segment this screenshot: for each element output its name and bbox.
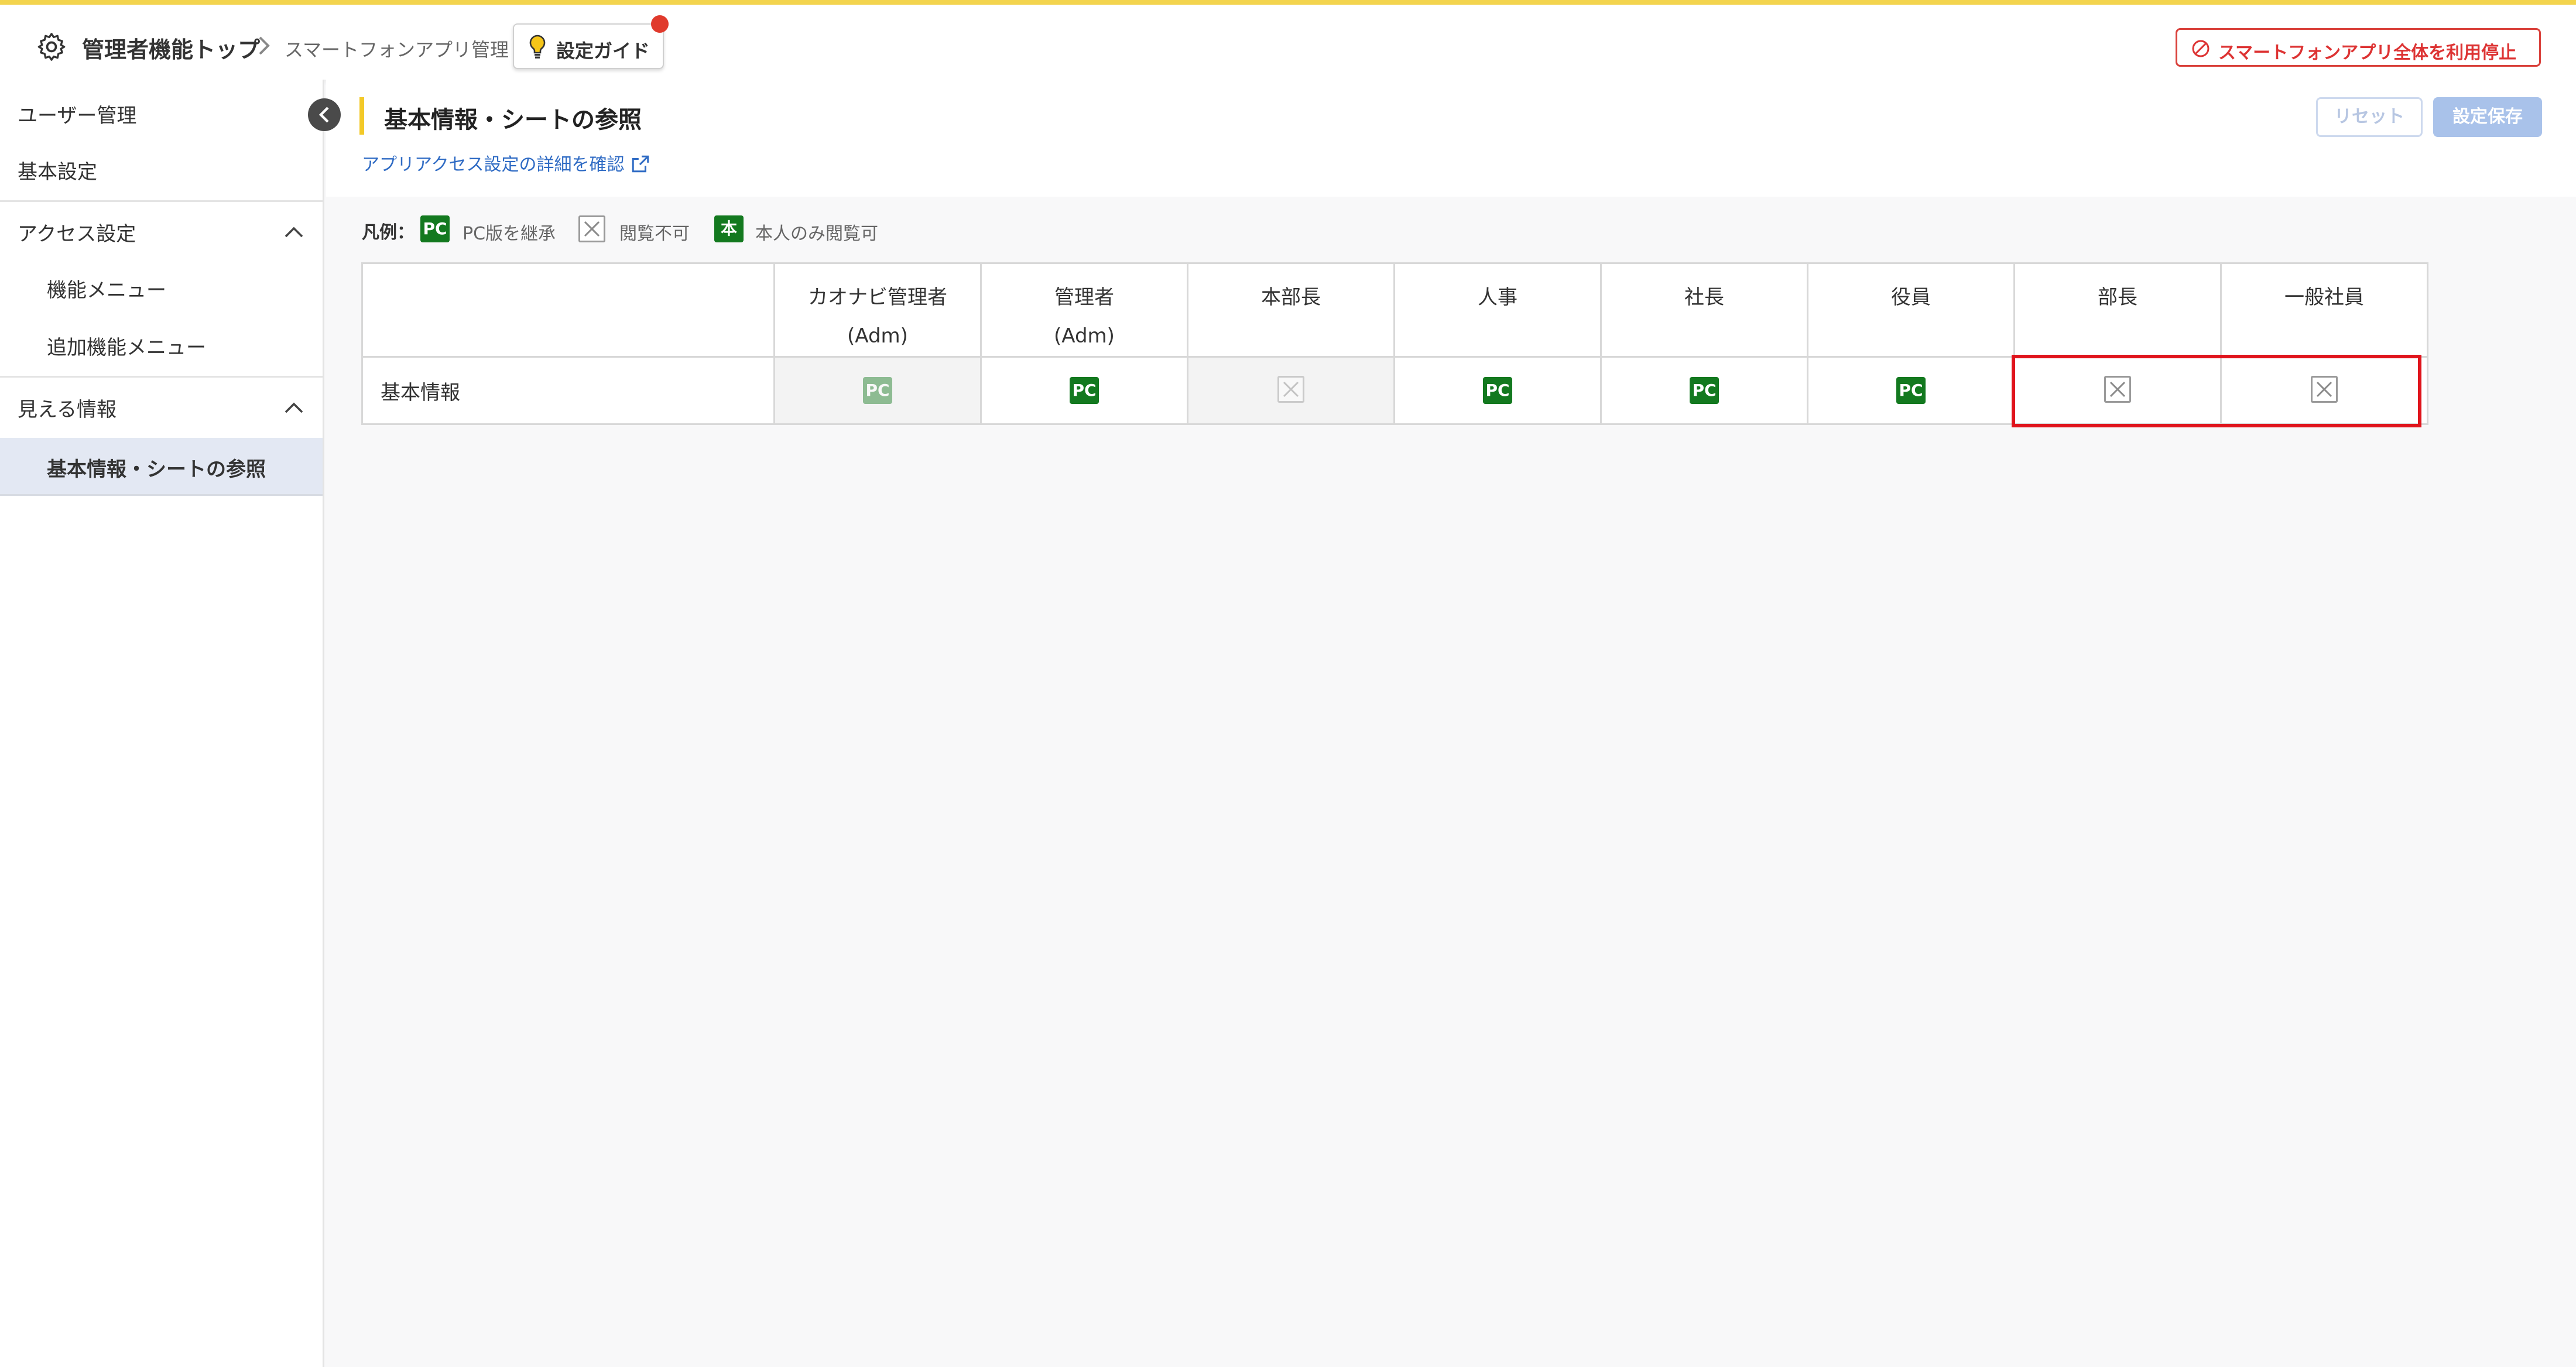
pc-badge-icon: PC [1690, 377, 1719, 404]
column-header: 一般社員 [2220, 262, 2428, 358]
chevron-right-icon [259, 36, 270, 55]
sidebar-divider [0, 376, 323, 378]
deny-icon [2311, 376, 2338, 403]
column-header: 部長 [2013, 262, 2222, 358]
breadcrumb-current: スマートフォンアプリ管理 [285, 39, 509, 61]
access-detail-link[interactable]: アプリアクセス設定の詳細を確認 [362, 150, 650, 176]
legend-deny-text: 閲覧不可 [619, 224, 690, 244]
sidebar-item-function-menu[interactable]: 機能メニュー [47, 274, 166, 303]
sidebar: ユーザー管理 基本設定 アクセス設定 機能メニュー 追加機能メニュー 見える情報… [0, 80, 324, 1367]
cell-admin[interactable]: PC [980, 356, 1188, 425]
top-accent-line [0, 0, 2576, 5]
cell-general-employee[interactable] [2220, 356, 2428, 425]
sidebar-item-basic-info-sheet-active[interactable]: 基本情報・シートの参照 [0, 438, 323, 496]
table-row: 基本情報 PC PC PC PC PC [361, 356, 2428, 425]
column-header: カオナビ管理者 (Adm) [773, 262, 982, 358]
reset-button[interactable]: リセット [2316, 97, 2423, 137]
page-title: 基本情報・シートの参照 [384, 107, 642, 133]
cell-honbucho [1187, 356, 1395, 425]
column-header: 本部長 [1187, 262, 1395, 358]
sidebar-divider [0, 200, 323, 202]
column-header: 役員 [1807, 262, 2015, 358]
cell-hr[interactable]: PC [1393, 356, 1602, 425]
pc-badge-icon: PC [1070, 377, 1099, 404]
sidebar-section-access-settings[interactable]: アクセス設定 [18, 218, 136, 246]
legend-self-badge: 本 [714, 215, 744, 242]
sidebar-item-basic-settings[interactable]: 基本設定 [18, 156, 97, 184]
breadcrumb-home[interactable]: 管理者機能トップ [82, 32, 260, 64]
legend-label: 凡例： [362, 222, 415, 243]
chevron-up-icon[interactable] [283, 225, 304, 239]
deny-icon [2104, 376, 2131, 403]
content-header [326, 80, 2576, 197]
notification-dot [651, 15, 669, 33]
table-header-row: カオナビ管理者 (Adm) 管理者 (Adm) 本部長 人事 社長 役員 部長 一般… [361, 262, 2428, 358]
column-header: 管理者 (Adm) [980, 262, 1188, 358]
deny-icon [1277, 376, 1304, 403]
cell-president[interactable]: PC [1600, 356, 1808, 425]
legend-pc-badge: PC [420, 215, 450, 242]
cell-bucho[interactable] [2013, 356, 2222, 425]
legend-deny-icon [578, 215, 605, 247]
sidebar-item-additional-menu[interactable]: 追加機能メニュー [47, 331, 206, 360]
gear-icon[interactable] [35, 30, 68, 63]
prohibited-icon [2192, 40, 2210, 57]
legend-pc-text: PC版を継承 [463, 224, 556, 244]
row-label: 基本情報 [361, 356, 775, 425]
chevron-left-icon [318, 107, 329, 123]
stop-app-button[interactable]: スマートフォンアプリ全体を利用停止 [2176, 28, 2541, 67]
corner-header [361, 262, 775, 358]
pc-badge-icon: PC [1483, 377, 1512, 404]
setting-guide-label: 設定ガイド [556, 40, 650, 62]
access-detail-link-label: アプリアクセス設定の詳細を確認 [362, 155, 625, 175]
setting-guide-button[interactable]: 設定ガイド [513, 15, 669, 69]
chevron-up-icon[interactable] [283, 400, 304, 414]
external-link-icon [632, 155, 649, 173]
collapse-sidebar-button[interactable] [308, 98, 341, 131]
save-settings-button[interactable]: 設定保存 [2433, 97, 2542, 137]
header-bar: 管理者機能トップ スマートフォンアプリ管理 設定ガイド スマートフォンアプリ全体… [0, 5, 2576, 80]
sidebar-item-user-management[interactable]: ユーザー管理 [18, 100, 136, 128]
cell-kaonavi-admin: PC [773, 356, 982, 425]
stop-app-label: スマートフォンアプリ全体を利用停止 [2218, 43, 2517, 63]
cell-executive[interactable]: PC [1807, 356, 2015, 425]
title-accent-bar [359, 97, 364, 135]
lightbulb-icon [529, 35, 546, 59]
sidebar-item-label: 基本情報・シートの参照 [47, 458, 266, 481]
column-header: 社長 [1600, 262, 1808, 358]
pc-badge-icon: PC [863, 377, 892, 404]
sidebar-section-visible-info[interactable]: 見える情報 [18, 393, 117, 422]
pc-badge-icon: PC [1896, 377, 1926, 404]
legend-self-text: 本人のみ閲覧可 [755, 224, 878, 244]
column-header: 人事 [1393, 262, 1602, 358]
permission-table: カオナビ管理者 (Adm) 管理者 (Adm) 本部長 人事 社長 役員 部長 一般… [361, 262, 2428, 425]
